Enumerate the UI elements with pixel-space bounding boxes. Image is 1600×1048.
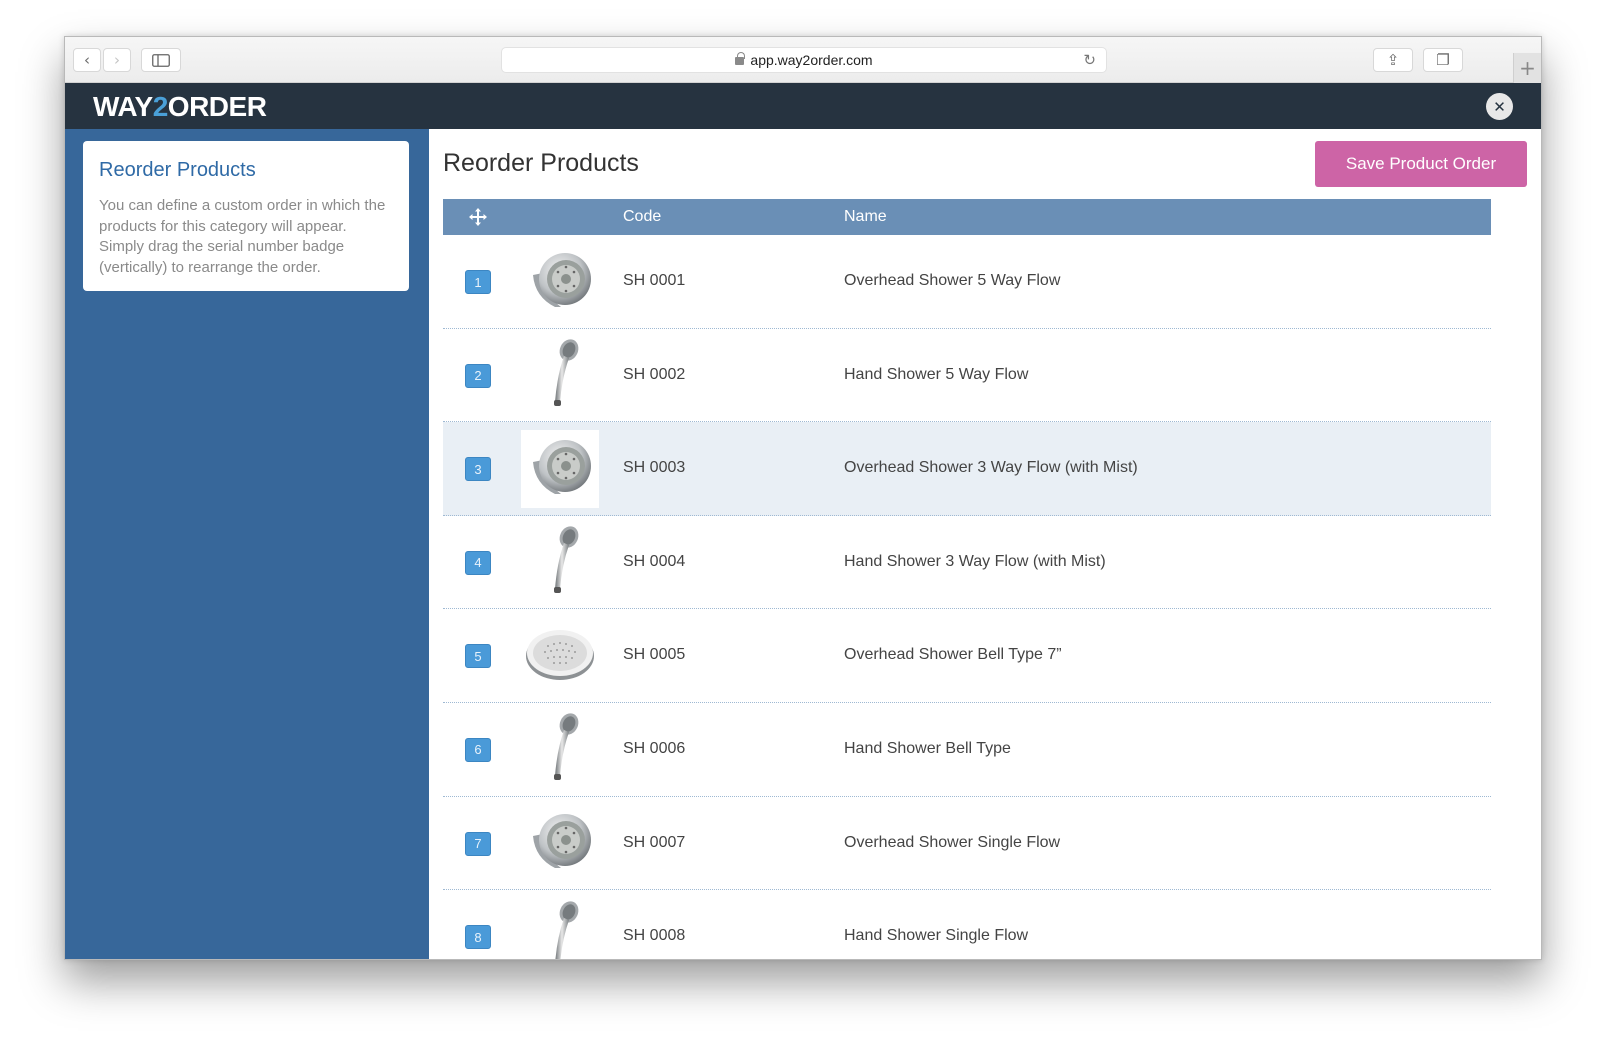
product-code: SH 0006 (623, 739, 686, 757)
forward-icon: › (114, 51, 120, 69)
product-code: SH 0002 (623, 365, 686, 383)
back-button[interactable]: ‹ (73, 48, 101, 72)
info-description: You can define a custom order in which t… (99, 197, 386, 276)
move-icon (469, 208, 487, 226)
column-header-code: Code (623, 208, 662, 225)
column-header-name: Name (844, 208, 887, 225)
product-name: Hand Shower Bell Type (844, 739, 1011, 757)
product-code: SH 0004 (623, 552, 686, 570)
product-thumbnail (521, 804, 599, 883)
browser-window: ‹ › app.way2order.com ↻ ⇪ ❐ + WAY2ORDER (64, 36, 1542, 960)
product-thumbnail (521, 898, 599, 959)
table-row: 6 SH 0006 Hand Shower Bell Type (443, 703, 1491, 797)
table-row: 4 SH 0004 Hand Shower 3 Way Flow (with Mis… (443, 516, 1491, 610)
logo: WAY2ORDER (93, 91, 267, 123)
product-code: SH 0008 (623, 927, 686, 945)
serial-number-badge[interactable]: 2 (465, 363, 491, 388)
product-name: Overhead Shower 3 Way Flow (with Mist) (844, 459, 1138, 477)
product-name: Overhead Shower Single Flow (844, 833, 1061, 851)
app-header: WAY2ORDER ✕ (65, 83, 1541, 129)
product-thumbnail (521, 336, 599, 415)
serial-number-badge[interactable]: 4 (465, 550, 491, 575)
serial-number-badge[interactable]: 3 (465, 457, 491, 482)
lock-icon (735, 52, 745, 65)
product-name: Hand Shower Single Flow (844, 927, 1029, 945)
table-row: 8 SH 0008 Hand Shower Single Flow (443, 890, 1491, 959)
address-bar[interactable]: app.way2order.com ↻ (501, 47, 1107, 73)
product-table: 1 SH 0001 Overhead Shower 5 Way Flow 2 SH 00… (443, 235, 1491, 959)
product-thumbnail (521, 243, 599, 321)
product-name: Overhead Shower Bell Type 7” (844, 646, 1062, 664)
share-icon: ⇪ (1386, 51, 1400, 69)
tabs-icon: ❐ (1436, 51, 1450, 69)
close-icon: ✕ (1493, 97, 1506, 116)
serial-number-badge[interactable]: 8 (465, 925, 491, 950)
hand-shower-icon (525, 523, 595, 602)
page-title: Reorder Products (443, 149, 639, 177)
forward-button[interactable]: › (103, 48, 131, 72)
serial-number-badge[interactable]: 7 (465, 831, 491, 856)
serial-number-badge[interactable]: 5 (465, 644, 491, 669)
overhead-shower-icon (525, 245, 595, 320)
reload-icon[interactable]: ↻ (1083, 51, 1096, 69)
logo-suffix: ORDER (167, 91, 267, 122)
product-code: SH 0007 (623, 833, 686, 851)
product-thumbnail (521, 430, 599, 509)
overhead-shower-icon (525, 806, 595, 881)
product-thumbnail (521, 710, 599, 789)
product-name: Hand Shower 3 Way Flow (with Mist) (844, 552, 1106, 570)
url-text: app.way2order.com (750, 52, 873, 68)
product-name: Overhead Shower 5 Way Flow (844, 272, 1061, 289)
product-name: Hand Shower 5 Way Flow (844, 365, 1029, 383)
overhead-shower-icon (525, 432, 595, 507)
sidebar-toggle-button[interactable] (141, 48, 181, 72)
serial-number-badge[interactable]: 6 (465, 737, 491, 762)
save-product-order-button[interactable]: Save Product Order (1315, 141, 1527, 187)
table-row: 7 SH 0007 Overhead Shower Single Flow (443, 797, 1491, 891)
back-icon: ‹ (84, 51, 90, 69)
logo-two: 2 (152, 91, 169, 122)
main-panel: Reorder Products Save Product Order Code… (429, 129, 1541, 959)
hand-shower-icon (525, 898, 595, 959)
sidebar: Reorder Products You can define a custom… (65, 129, 429, 959)
bell-shower-icon (523, 624, 597, 689)
plus-icon: + (1519, 56, 1536, 80)
close-button[interactable]: ✕ (1486, 93, 1513, 120)
sidebar-toggle-icon (152, 53, 170, 67)
tabs-button[interactable]: ❐ (1423, 48, 1463, 72)
product-thumbnail (521, 617, 599, 696)
share-button[interactable]: ⇪ (1373, 48, 1413, 72)
product-code: SH 0003 (623, 459, 686, 477)
hand-shower-icon (525, 336, 595, 415)
info-card: Reorder Products You can define a custom… (83, 141, 409, 291)
hand-shower-icon (525, 710, 595, 789)
table-row: 5 SH 0005 Overhead Shower Bell Type 7” (443, 609, 1491, 703)
product-thumbnail (521, 523, 599, 602)
table-row: 1 SH 0001 Overhead Shower 5 Way Flow (443, 235, 1491, 329)
table-row: 3 SH 0003 Overhead Shower 3 Way Flow (with… (443, 422, 1491, 516)
info-title: Reorder Products (99, 159, 256, 181)
new-tab-button[interactable]: + (1513, 53, 1541, 83)
serial-number-badge[interactable]: 1 (465, 270, 491, 294)
product-code: SH 0001 (623, 272, 686, 289)
product-code: SH 0005 (623, 646, 686, 664)
logo-prefix: WAY (93, 91, 153, 122)
table-header: Code Name (443, 199, 1491, 235)
browser-toolbar: ‹ › app.way2order.com ↻ ⇪ ❐ + (65, 37, 1541, 83)
table-row: 2 SH 0002 Hand Shower 5 Way Flow (443, 329, 1491, 423)
